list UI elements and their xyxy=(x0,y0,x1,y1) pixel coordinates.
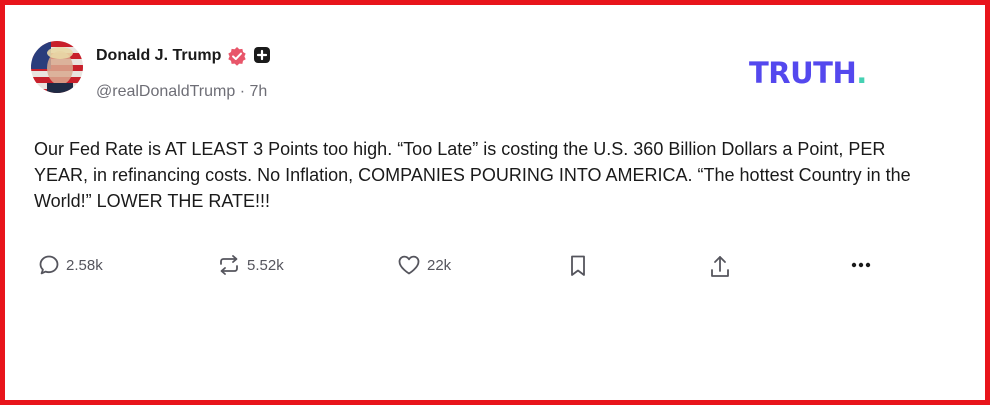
bookmark-button[interactable] xyxy=(568,254,588,278)
logo-text: TRUTH xyxy=(749,56,857,90)
post-text: Our Fed Rate is AT LEAST 3 Points too hi… xyxy=(34,139,911,211)
like-count: 22k xyxy=(427,256,452,274)
author-handle[interactable]: @realDonaldTrump xyxy=(96,83,235,100)
author-name[interactable]: Donald J. Trump xyxy=(96,47,221,65)
verified-badge-icon xyxy=(227,46,247,66)
like-button[interactable]: 22k xyxy=(397,254,451,276)
share-upload-icon xyxy=(711,256,729,277)
handle-row: @realDonaldTrump · 7h xyxy=(96,83,267,101)
avatar-image xyxy=(31,41,83,93)
separator: · xyxy=(239,83,246,100)
reply-count: 2.58k xyxy=(66,256,103,274)
post-time[interactable]: 7h xyxy=(250,83,268,100)
logo-dot: . xyxy=(856,56,867,90)
avatar[interactable] xyxy=(31,41,83,93)
retruth-arrows-icon xyxy=(220,255,238,275)
more-dots-icon xyxy=(851,262,871,268)
reply-button[interactable]: 2.58k xyxy=(38,254,103,276)
truth-logo: TRUTH. xyxy=(749,56,867,90)
bookmark-icon xyxy=(571,255,585,276)
heart-icon xyxy=(398,255,420,275)
retruth-count: 5.52k xyxy=(247,256,284,274)
more-options-button[interactable] xyxy=(850,254,872,276)
share-button[interactable] xyxy=(708,254,732,280)
retruth-button[interactable]: 5.52k xyxy=(217,254,284,276)
post-card: Donald J. Trump @realDonaldTrump · 7h TR… xyxy=(0,0,990,405)
reply-bubble-icon xyxy=(39,255,59,275)
author-row: Donald J. Trump xyxy=(96,46,273,66)
plus-badge-icon xyxy=(253,46,273,66)
